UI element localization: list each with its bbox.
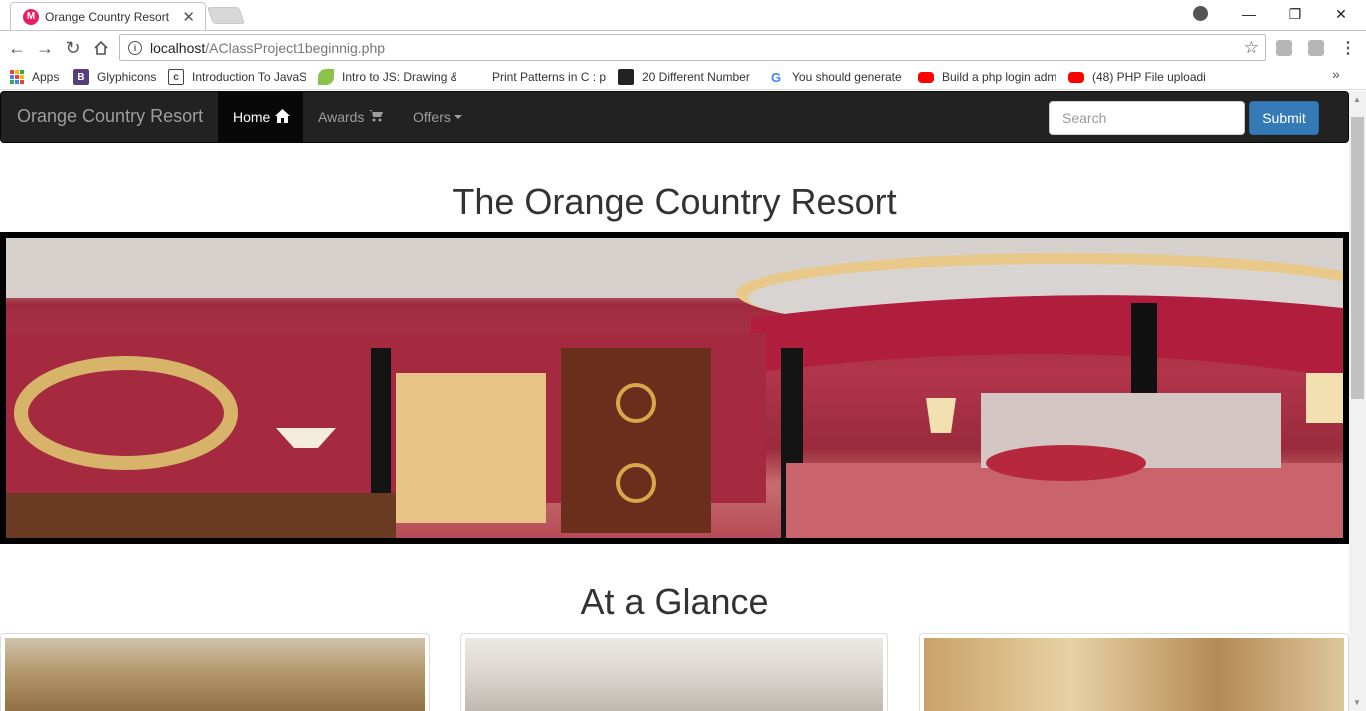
submit-button[interactable]: Submit <box>1249 101 1319 135</box>
nav-home[interactable]: Home <box>218 92 303 142</box>
bookmark-label: Glyphicons <box>97 70 157 84</box>
leaf-icon <box>318 69 334 85</box>
nav-awards[interactable]: Awards <box>303 92 384 142</box>
bookmark-label: Intro to JS: Drawing & <box>342 70 456 84</box>
bookmark-apps[interactable]: Apps <box>10 67 59 87</box>
bookmark-different-number[interactable]: 20 Different Number <box>618 67 756 87</box>
section-title: At a Glance <box>580 581 769 622</box>
nav-offers-label: Offers <box>413 109 451 125</box>
bookmark-label: 20 Different Number <box>642 70 750 84</box>
extension-icon[interactable] <box>1276 40 1292 56</box>
glance-image <box>465 638 883 711</box>
glance-image <box>924 638 1344 711</box>
code-icon: c <box>168 69 184 85</box>
tab-strip: M Orange Country Resort ✕ — ❐ ✕ <box>0 0 1366 30</box>
bookmark-label: Print Patterns in C : p <box>492 70 606 84</box>
address-bar[interactable]: i localhost/AClassProject1beginnig.php ☆ <box>119 34 1266 61</box>
bookmark-php-file-upload[interactable]: (48) PHP File uploadi <box>1068 67 1206 87</box>
bookmark-label: Build a php login adm <box>942 70 1056 84</box>
scroll-up-icon[interactable]: ▲ <box>1353 95 1361 104</box>
home-icon <box>275 108 291 126</box>
more-bookmarks-icon[interactable]: » <box>1332 66 1340 82</box>
google-icon: G <box>770 69 782 85</box>
nav-home-label: Home <box>233 109 271 125</box>
glance-card <box>919 633 1349 711</box>
bootstrap-icon: B <box>73 69 89 85</box>
glance-card <box>460 633 888 711</box>
caret-down-icon <box>453 115 462 119</box>
hero-room-image <box>6 238 1343 538</box>
minimize-icon[interactable]: — <box>1226 0 1272 28</box>
site-favicon-icon: M <box>23 8 39 25</box>
bookmark-label: Introduction To JavaS <box>192 70 306 84</box>
browser-tab[interactable]: M Orange Country Resort ✕ <box>10 2 206 30</box>
navbar-brand[interactable]: Orange Country Resort <box>17 106 203 127</box>
window-close-icon[interactable]: ✕ <box>1318 0 1364 28</box>
bookmark-label: You should generate <box>792 70 902 84</box>
reload-icon[interactable]: ↻ <box>62 37 84 59</box>
glance-image <box>5 638 425 711</box>
bookmark-glyphicons[interactable]: B Glyphicons <box>73 67 161 87</box>
forward-icon[interactable]: → <box>34 37 56 59</box>
tab-close-icon[interactable]: ✕ <box>182 8 195 26</box>
bookmark-php-login[interactable]: Build a php login adm <box>918 67 1056 87</box>
page-viewport: Orange Country Resort Home Awards Offers… <box>0 91 1349 711</box>
page-title: The Orange Country Resort <box>452 181 897 222</box>
profile-icon[interactable] <box>1193 6 1208 21</box>
blank-icon <box>468 69 484 85</box>
url-text: localhost/AClassProject1beginnig.php <box>150 39 386 56</box>
bookmarks-bar: Apps B Glyphicons c Introduction To Java… <box>0 64 1366 90</box>
terminal-icon <box>618 69 634 85</box>
new-tab-button[interactable] <box>206 7 246 24</box>
site-navbar: Orange Country Resort Home Awards Offers… <box>0 91 1349 143</box>
nav-offers-dropdown[interactable]: Offers <box>398 92 478 142</box>
search-input[interactable] <box>1049 101 1245 135</box>
apps-grid-icon <box>10 70 24 84</box>
bookmark-label: (48) PHP File uploadi <box>1092 70 1206 84</box>
extension-icon[interactable] <box>1308 40 1324 56</box>
bookmark-intro-javascript[interactable]: c Introduction To JavaS <box>168 67 306 87</box>
scroll-down-icon[interactable]: ▼ <box>1353 698 1361 707</box>
restore-icon[interactable]: ❐ <box>1272 0 1318 28</box>
youtube-icon <box>918 71 934 83</box>
bookmark-you-should-generate[interactable]: G You should generate <box>768 67 906 87</box>
bookmark-intro-js-drawing[interactable]: Intro to JS: Drawing & <box>318 67 456 87</box>
nav-awards-label: Awards <box>318 109 365 125</box>
bookmark-print-patterns[interactable]: Print Patterns in C : p <box>468 67 606 87</box>
scrollbar-thumb[interactable] <box>1351 117 1364 399</box>
back-icon[interactable]: ← <box>6 37 28 59</box>
hero-image-frame <box>0 232 1349 544</box>
youtube-icon <box>1068 71 1084 83</box>
home-page-icon[interactable] <box>90 37 112 59</box>
chrome-menu-icon[interactable]: ⋮ <box>1340 38 1356 58</box>
bookmark-star-icon[interactable]: ☆ <box>1244 38 1259 58</box>
site-info-icon[interactable]: i <box>128 40 142 55</box>
browser-toolbar: ← → ↻ i localhost/AClassProject1beginnig… <box>0 30 1366 64</box>
page-scrollbar[interactable]: ▲ ▼ <box>1349 91 1366 711</box>
shopping-cart-icon <box>369 109 384 125</box>
bookmark-label: Apps <box>32 70 60 84</box>
glance-card <box>0 633 430 711</box>
tab-title: Orange Country Resort <box>45 9 170 24</box>
